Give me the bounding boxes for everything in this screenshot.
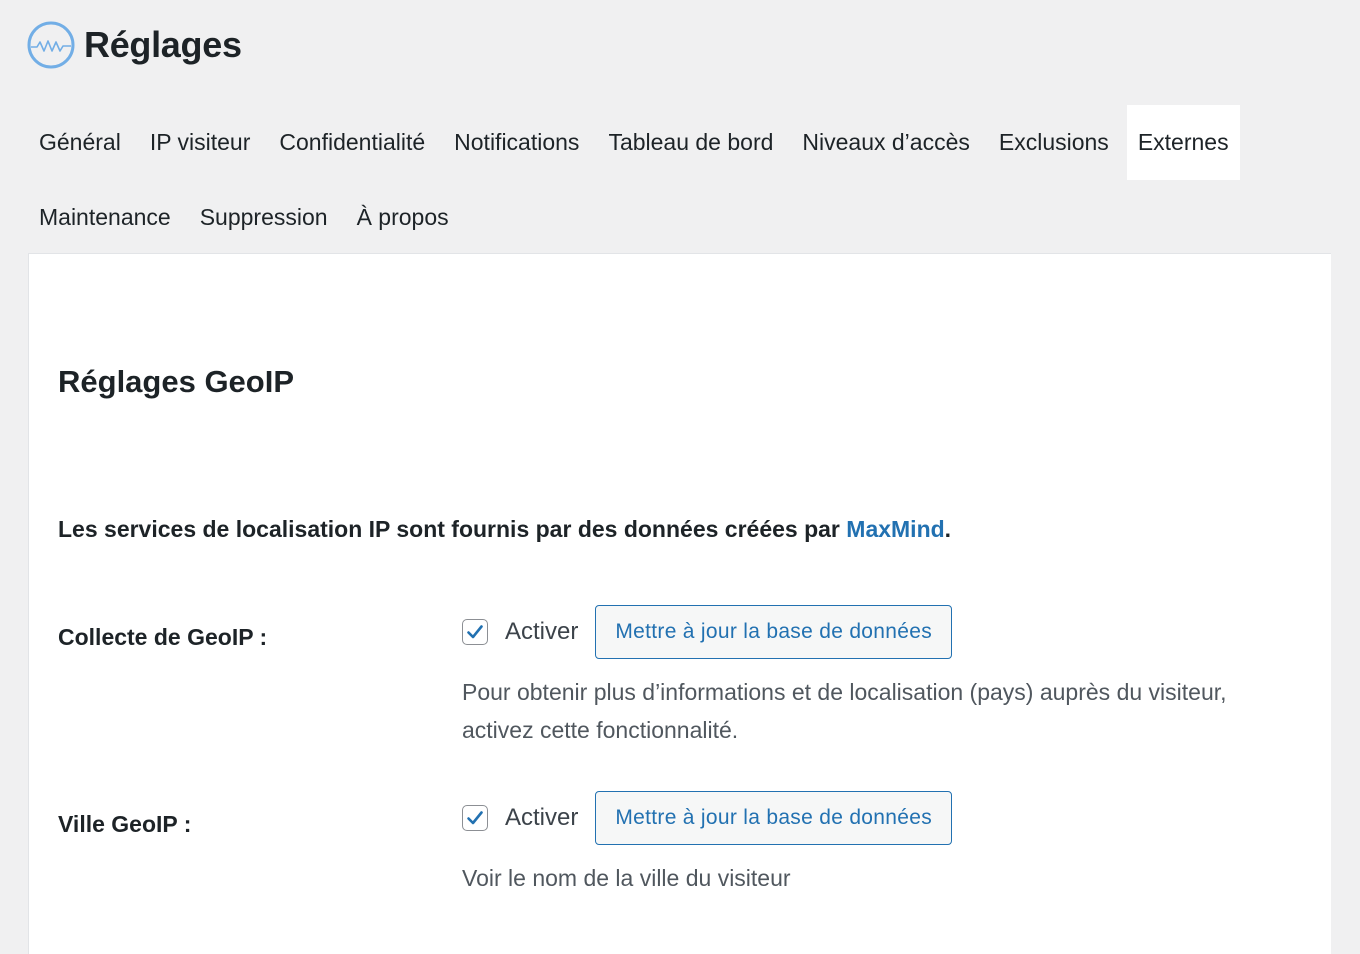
geoip-collection-description: Pour obtenir plus d’informations et de l…	[462, 679, 1227, 743]
tab-row-2: Maintenance Suppression À propos	[28, 180, 1332, 255]
intro-text-main: Les services de localisation IP sont fou…	[58, 516, 847, 542]
tab-suppression[interactable]: Suppression	[189, 180, 339, 255]
maxmind-link[interactable]: MaxMind	[846, 516, 944, 542]
geoip-city-checkbox[interactable]	[462, 805, 488, 831]
geoip-city-checkbox-label[interactable]: Activer	[505, 804, 578, 832]
tab-confidentialite[interactable]: Confidentialité	[268, 105, 436, 180]
geoip-collection-label: Collecte de GeoIP :	[58, 624, 268, 650]
geoip-collection-checkbox-label[interactable]: Activer	[505, 618, 578, 646]
tab-general[interactable]: Général	[28, 105, 132, 180]
tab-ip-visiteur[interactable]: IP visiteur	[139, 105, 262, 180]
page-title: Réglages	[84, 24, 242, 65]
tab-exclusions[interactable]: Exclusions	[988, 105, 1120, 180]
page-header: Réglages	[26, 18, 242, 72]
tab-row-1: Général IP visiteur Confidentialité Noti…	[28, 105, 1332, 180]
geoip-city-label: Ville GeoIP :	[58, 811, 192, 837]
geoip-collection-field: Activer Mettre à jour la base de données…	[462, 605, 1292, 749]
update-city-database-button[interactable]: Mettre à jour la base de données	[595, 791, 952, 845]
settings-tabs: Général IP visiteur Confidentialité Noti…	[28, 105, 1332, 255]
geoip-city-description: Voir le nom de la ville du visiteur	[462, 865, 791, 891]
geoip-city-field: Activer Mettre à jour la base de données…	[462, 791, 1292, 897]
geoip-city-controls: Activer Mettre à jour la base de données	[462, 791, 1292, 845]
tab-niveaux-acces[interactable]: Niveaux d’accès	[791, 105, 980, 180]
update-database-button[interactable]: Mettre à jour la base de données	[595, 605, 952, 659]
settings-panel: Réglages GeoIP Les services de localisat…	[28, 253, 1331, 954]
intro-text: Les services de localisation IP sont fou…	[58, 516, 951, 543]
section-title: Réglages GeoIP	[58, 364, 295, 399]
geoip-collection-controls: Activer Mettre à jour la base de données	[462, 605, 1292, 659]
checkmark-icon	[467, 811, 483, 825]
tab-externes[interactable]: Externes	[1126, 105, 1240, 180]
tab-tableau-de-bord[interactable]: Tableau de bord	[597, 105, 784, 180]
wave-logo-icon	[27, 21, 75, 69]
geoip-collection-checkbox[interactable]	[462, 619, 488, 645]
tab-a-propos[interactable]: À propos	[346, 180, 460, 255]
tab-maintenance[interactable]: Maintenance	[28, 180, 182, 255]
intro-text-end: .	[944, 516, 952, 542]
tab-notifications[interactable]: Notifications	[443, 105, 590, 180]
checkmark-icon	[467, 625, 483, 639]
